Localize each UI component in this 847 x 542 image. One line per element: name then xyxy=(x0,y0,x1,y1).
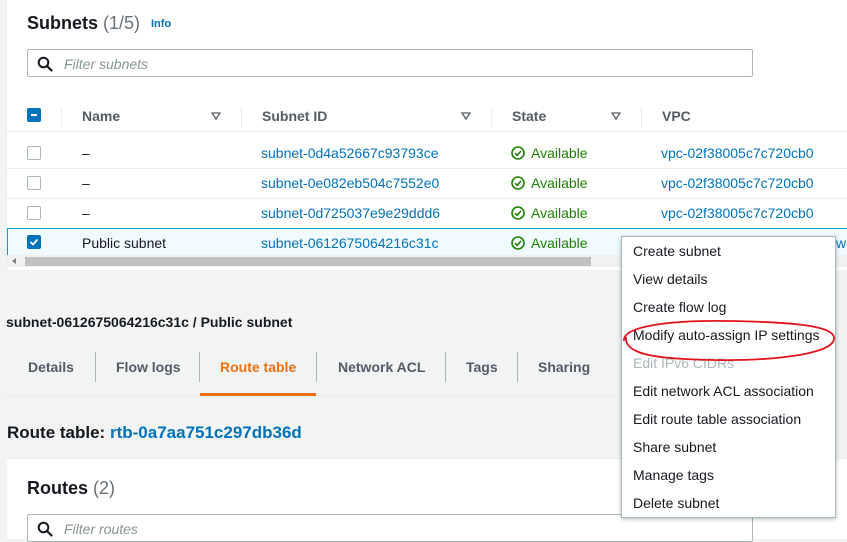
filter-routes-search[interactable] xyxy=(27,514,753,542)
row-state: Available xyxy=(531,145,588,161)
check-icon xyxy=(29,238,39,246)
row-vpc-link[interactable]: vpc-02f38005c7c720cb0 xyxy=(661,175,814,191)
row-name: – xyxy=(82,205,90,221)
row-subnet-id-link[interactable]: subnet-0612675064216c31c xyxy=(261,235,439,251)
routes-title: Routes (2) xyxy=(27,478,115,499)
route-table-id-link[interactable]: rtb-0a7aa751c297db36d xyxy=(110,423,302,442)
indeterminate-icon xyxy=(31,114,37,116)
info-link[interactable]: Info xyxy=(151,18,171,30)
panel-title: Subnets (1/5) xyxy=(27,13,140,34)
check-circle-icon xyxy=(511,206,525,220)
column-header-name[interactable]: Name xyxy=(82,108,120,124)
search-icon xyxy=(37,521,53,537)
column-header-vpc[interactable]: VPC xyxy=(662,108,691,124)
menu-item-manage-tags[interactable]: Manage tags xyxy=(633,467,714,483)
subnets-panel: Subnets (1/5) Info Name Subnet ID State … xyxy=(6,0,847,270)
check-circle-icon xyxy=(511,146,525,160)
table-header: Name Subnet ID State VPC xyxy=(7,101,847,132)
row-name: Public subnet xyxy=(82,235,167,251)
row-vpc-link[interactable]: vpc-02f38005c7c720cb0 xyxy=(661,145,814,161)
tab-sharing[interactable]: Sharing xyxy=(538,359,590,375)
active-tab-indicator xyxy=(200,393,316,396)
column-header-subnet-id[interactable]: Subnet ID xyxy=(262,108,327,124)
scrollbar-thumb[interactable] xyxy=(25,257,591,266)
sort-caret-icon[interactable] xyxy=(211,112,221,120)
routes-title-text: Routes xyxy=(27,478,89,498)
row-subnet-id-link[interactable]: subnet-0d4a52667c93793ce xyxy=(261,145,439,161)
tab-details[interactable]: Details xyxy=(28,359,74,375)
menu-item-delete-subnet[interactable]: Delete subnet xyxy=(633,495,719,511)
detail-title: subnet-0612675064216c31c / Public subnet xyxy=(6,314,293,330)
row-checkbox[interactable] xyxy=(27,176,41,190)
row-vpc-link-clipped[interactable]: w xyxy=(836,235,846,251)
menu-item-create-subnet[interactable]: Create subnet xyxy=(633,243,721,259)
column-header-state[interactable]: State xyxy=(512,108,546,124)
row-checkbox-checked[interactable] xyxy=(27,235,41,249)
scroll-left-arrow-icon[interactable] xyxy=(12,258,16,264)
routes-count: (2) xyxy=(93,478,116,498)
table-row[interactable]: – subnet-0d4a52667c93793ce Available vpc… xyxy=(7,138,847,169)
row-checkbox[interactable] xyxy=(27,206,41,220)
menu-item-create-flow-log[interactable]: Create flow log xyxy=(633,299,726,315)
menu-item-modify-auto-assign-ip[interactable]: Modify auto-assign IP settings xyxy=(633,327,820,343)
filter-routes-input[interactable] xyxy=(62,519,666,539)
row-state: Available xyxy=(531,235,588,251)
row-state: Available xyxy=(531,205,588,221)
tab-network-acl[interactable]: Network ACL xyxy=(338,359,425,375)
menu-item-edit-ipv6-cidrs: Edit IPv6 CIDRs xyxy=(633,355,735,371)
row-checkbox[interactable] xyxy=(27,146,41,160)
search-icon xyxy=(37,56,53,72)
menu-item-edit-route-table[interactable]: Edit route table association xyxy=(633,411,801,427)
selection-count: (1/5) xyxy=(103,13,141,33)
actions-dropdown-menu: Create subnet View details Create flow l… xyxy=(621,236,836,518)
row-subnet-id-link[interactable]: subnet-0e082eb504c7552e0 xyxy=(261,175,439,191)
menu-item-view-details[interactable]: View details xyxy=(633,271,707,287)
check-circle-icon xyxy=(511,176,525,190)
table-row[interactable]: – subnet-0e082eb504c7552e0 Available vpc… xyxy=(7,168,847,199)
row-name: – xyxy=(82,175,90,191)
sort-caret-icon[interactable] xyxy=(461,112,471,120)
row-vpc-link[interactable]: vpc-02f38005c7c720cb0 xyxy=(661,205,814,221)
menu-item-share-subnet[interactable]: Share subnet xyxy=(633,439,716,455)
row-name: – xyxy=(82,145,90,161)
tab-tags[interactable]: Tags xyxy=(466,359,498,375)
row-subnet-id-link[interactable]: subnet-0d725037e9e29ddd6 xyxy=(261,205,440,221)
menu-item-edit-network-acl[interactable]: Edit network ACL association xyxy=(633,383,814,399)
table-row[interactable]: – subnet-0d725037e9e29ddd6 Available vpc… xyxy=(7,198,847,229)
check-circle-icon xyxy=(511,236,525,250)
detail-tabs: Details Flow logs Route table Network AC… xyxy=(6,350,626,397)
panel-title-text: Subnets xyxy=(27,13,99,33)
select-all-checkbox[interactable] xyxy=(27,108,41,122)
sort-caret-icon[interactable] xyxy=(611,112,621,120)
filter-subnets-search[interactable] xyxy=(27,49,753,77)
filter-subnets-input[interactable] xyxy=(62,54,726,74)
tab-flow-logs[interactable]: Flow logs xyxy=(116,359,181,375)
row-state: Available xyxy=(531,175,588,191)
tab-route-table[interactable]: Route table xyxy=(220,359,296,375)
route-table-label: Route table: xyxy=(7,423,106,442)
route-table-heading: Route table: rtb-0a7aa751c297db36d xyxy=(7,423,302,443)
